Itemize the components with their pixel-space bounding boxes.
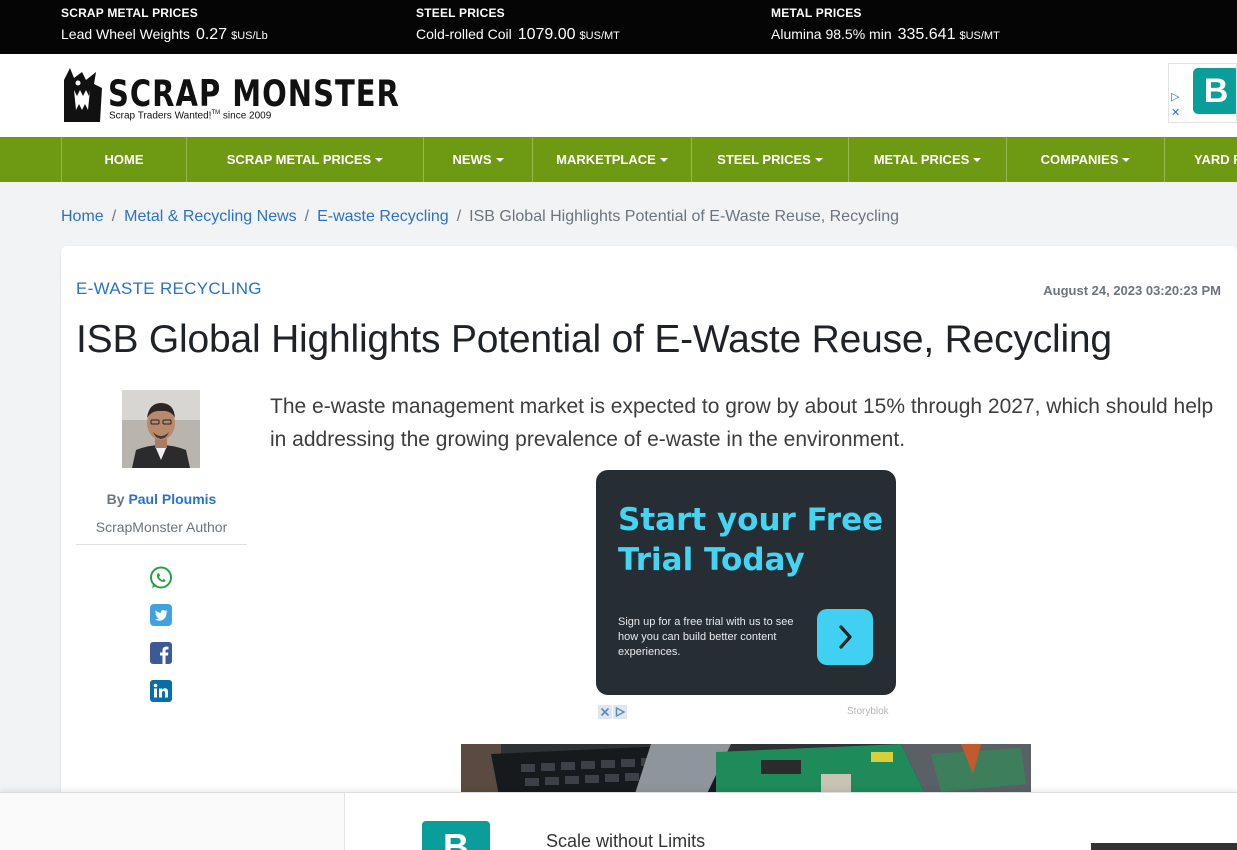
sticky-bottom-ad[interactable]: B Scale without Limits [0, 792, 1237, 850]
author-role: ScrapMonster Author [95, 519, 228, 535]
nav-yard-finder[interactable]: YARD F [1164, 137, 1237, 182]
facebook-icon[interactable] [149, 641, 173, 665]
author-avatar[interactable] [122, 390, 200, 468]
nav-metal-prices[interactable]: METAL PRICES [848, 137, 1006, 182]
promo-brand: Storyblok [847, 706, 889, 717]
ticker-name: Alumina 98.5% min [771, 26, 892, 42]
author-photo-image [122, 390, 200, 468]
breadcrumb-separator: / [456, 208, 462, 225]
ticker-name: Cold-rolled Coil [416, 26, 512, 42]
breadcrumb-home[interactable]: Home [61, 208, 104, 225]
promo-title: Start your Free Trial Today [618, 502, 884, 578]
ticker-unit: $US/Lb [231, 30, 268, 42]
nav-companies[interactable]: COMPANIES [1006, 137, 1164, 182]
sticky-ad-logo: B [422, 821, 490, 850]
nav-scrap-metal-prices[interactable]: SCRAP METAL PRICES [186, 137, 423, 182]
article-summary: The e-waste management market is expecte… [270, 395, 1214, 451]
nav-home[interactable]: HOME [61, 137, 186, 182]
main-nav: HOME SCRAP METAL PRICES NEWS MARKETPLACE… [0, 137, 1237, 182]
caret-down-icon [973, 157, 982, 162]
ticker-item-steel[interactable]: STEEL PRICES Cold-rolled Coil 1079.00 $US/… [416, 6, 620, 44]
breadcrumb-current: ISB Global Highlights Potential of E-Was… [469, 208, 899, 225]
promo-ad[interactable]: Start your Free Trial Today Sign up for … [596, 470, 896, 695]
adchoices-icon[interactable]: ▷ [1171, 90, 1179, 103]
breadcrumb: Home / Metal & Recycling News / E-waste Recy… [61, 208, 899, 226]
ticker-value: 335.641 [897, 26, 956, 43]
site-logo[interactable]: SCRAP MONSTER Scrap Traders Wanted!TM si… [60, 66, 399, 126]
nav-news[interactable]: NEWS [423, 137, 532, 182]
ticker-unit: $US/MT [579, 30, 620, 42]
caret-down-icon [814, 157, 823, 162]
ticker-value: 0.27 [195, 26, 228, 43]
nav-steel-prices[interactable]: STEEL PRICES [691, 137, 848, 182]
ticker-item-scrap[interactable]: SCRAP METAL PRICES Lead Wheel Weights 0.2… [61, 6, 268, 44]
chevron-right-icon [839, 625, 852, 649]
caret-down-icon [1122, 157, 1131, 162]
divider [76, 544, 247, 545]
monster-logo-icon [64, 68, 102, 122]
breadcrumb-separator: / [111, 208, 117, 225]
promo-arrow-button[interactable] [817, 609, 873, 665]
logo-tagline: Scrap Traders Wanted!TM since 2009 [109, 110, 272, 122]
whatsapp-icon[interactable] [149, 566, 173, 590]
breadcrumb-separator: / [304, 208, 310, 225]
ticker-unit: $US/MT [959, 30, 1000, 42]
caret-down-icon [495, 157, 504, 162]
promo-text: Sign up for a free trial with us to see … [618, 616, 794, 658]
ticker-item-metal[interactable]: METAL PRICES Alumina 98.5% min 335.641 $US… [771, 6, 1000, 44]
ad-logo: B [1193, 68, 1236, 114]
sticky-ad-cta[interactable] [1091, 843, 1237, 850]
ticker-title: STEEL PRICES [416, 6, 505, 20]
article-card: E-WASTE RECYCLING August 24, 2023 03:20:… [61, 246, 1237, 806]
caret-down-icon [659, 157, 668, 162]
ad-close-icon[interactable]: ✕ [1171, 106, 1180, 119]
ticker-name: Lead Wheel Weights [61, 26, 190, 42]
ticker-value: 1079.00 [517, 26, 576, 43]
nav-marketplace[interactable]: MARKETPLACE [532, 137, 691, 182]
twitter-icon[interactable] [149, 603, 173, 627]
adchoices-icon[interactable] [598, 705, 628, 719]
price-ticker: SCRAP METAL PRICES Lead Wheel Weights 0.2… [0, 0, 1237, 54]
author-byline: By Paul Ploumis [106, 491, 217, 507]
sticky-ad-spacer [0, 793, 345, 850]
logo-wordmark: SCRAP MONSTER [108, 72, 400, 115]
site-header: SCRAP MONSTER Scrap Traders Wanted!TM si… [0, 54, 1237, 137]
article-category[interactable]: E-WASTE RECYCLING [76, 279, 262, 299]
article-title: ISB Global Highlights Potential of E-Was… [76, 318, 1112, 361]
breadcrumb-news[interactable]: Metal & Recycling News [124, 208, 297, 225]
caret-down-icon [375, 157, 384, 162]
breadcrumb-ewaste[interactable]: E-waste Recycling [317, 208, 449, 225]
article-date: August 24, 2023 03:20:23 PM [1043, 283, 1221, 298]
sticky-ad-text: Scale without Limits [546, 831, 705, 850]
author-name[interactable]: Paul Ploumis [128, 491, 216, 507]
ticker-title: SCRAP METAL PRICES [61, 6, 198, 20]
header-ad[interactable]: B ▷ ✕ [1168, 63, 1237, 123]
linkedin-icon[interactable] [149, 679, 173, 703]
ticker-title: METAL PRICES [771, 6, 862, 20]
